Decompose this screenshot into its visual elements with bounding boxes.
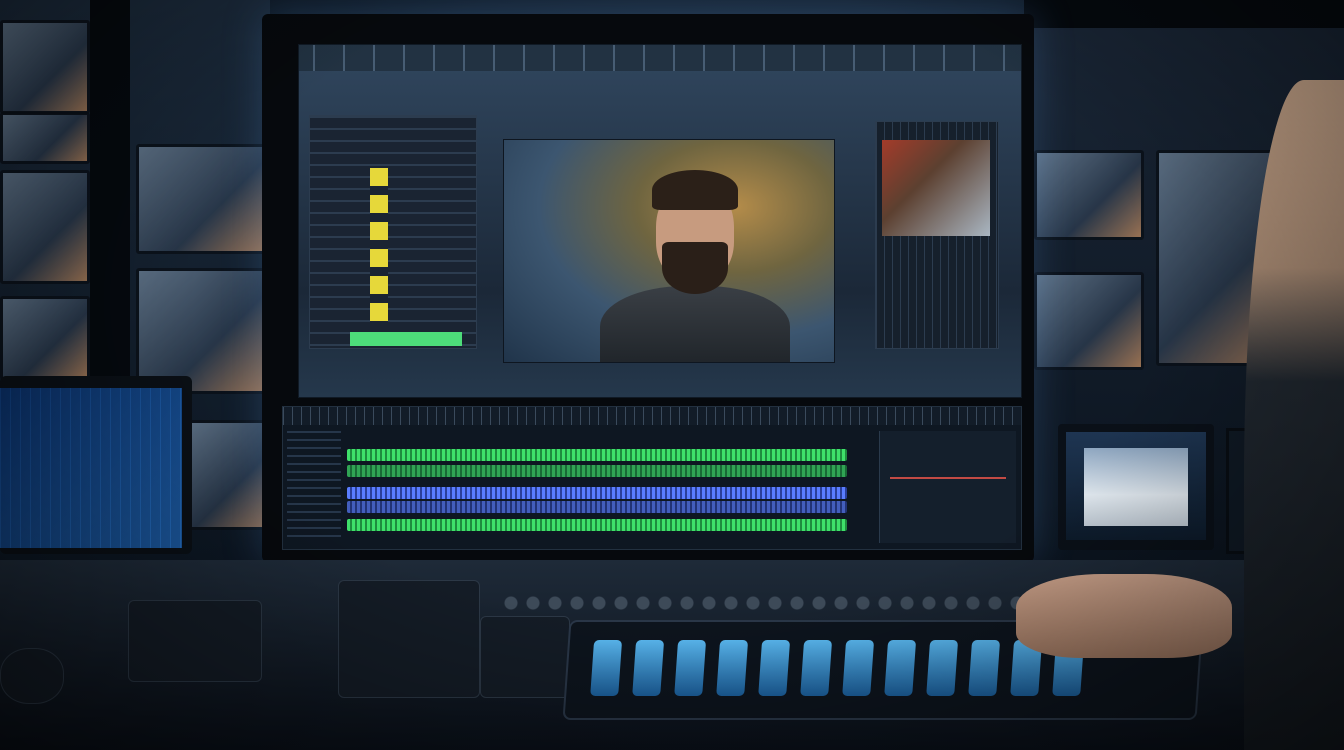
fader — [590, 640, 623, 696]
control-device — [338, 580, 480, 698]
control-device — [128, 600, 262, 682]
small-monitor-screen — [1066, 432, 1206, 540]
fader — [716, 640, 749, 696]
right-panel — [875, 121, 999, 349]
wall-thumbnail — [0, 170, 90, 284]
rack-shelf — [90, 0, 130, 420]
audio-track — [347, 487, 847, 499]
person-figure — [600, 286, 790, 362]
fader — [842, 640, 875, 696]
timeline-inspector — [879, 431, 1016, 543]
fader — [758, 640, 791, 696]
fader — [632, 640, 665, 696]
main-monitor — [262, 14, 1034, 562]
wall-thumbnail — [136, 144, 270, 254]
laptop-screen — [0, 388, 182, 548]
audio-track — [347, 465, 847, 477]
fader — [968, 640, 1001, 696]
audio-track — [347, 519, 847, 531]
playhead-marker — [890, 477, 1006, 479]
left-laptop — [0, 376, 192, 554]
computer-mouse — [0, 648, 64, 704]
editor-viewer-area — [298, 44, 1022, 398]
timeline-ruler — [283, 407, 1021, 425]
video-preview — [503, 139, 835, 363]
wall-thumbnail — [186, 420, 272, 530]
fader — [884, 640, 917, 696]
audio-track — [347, 501, 847, 513]
green-highlight — [350, 332, 462, 346]
editing-studio-scene — [0, 0, 1344, 750]
fader — [926, 640, 959, 696]
wall-thumbnail — [0, 20, 90, 114]
rack-shelf — [1024, 0, 1344, 28]
editor-toolbar — [299, 45, 1021, 71]
knob-row — [500, 588, 1040, 618]
fader — [674, 640, 707, 696]
person-figure — [662, 242, 728, 294]
wall-thumbnail — [1034, 272, 1144, 370]
control-device — [480, 616, 570, 698]
wall-thumbnail — [0, 296, 90, 380]
audio-track — [347, 449, 847, 461]
person-figure — [652, 170, 738, 210]
right-small-monitor — [1058, 424, 1214, 550]
timeline-panel — [282, 406, 1022, 550]
left-panel — [309, 115, 477, 349]
small-monitor-image — [1084, 448, 1188, 526]
fader — [800, 640, 833, 696]
operator-hand — [1016, 574, 1232, 658]
track-headers — [287, 431, 341, 543]
clip-thumbnail — [882, 140, 990, 236]
wall-thumbnail — [1034, 150, 1144, 240]
wall-thumbnail — [0, 112, 90, 164]
level-meter — [370, 168, 388, 330]
